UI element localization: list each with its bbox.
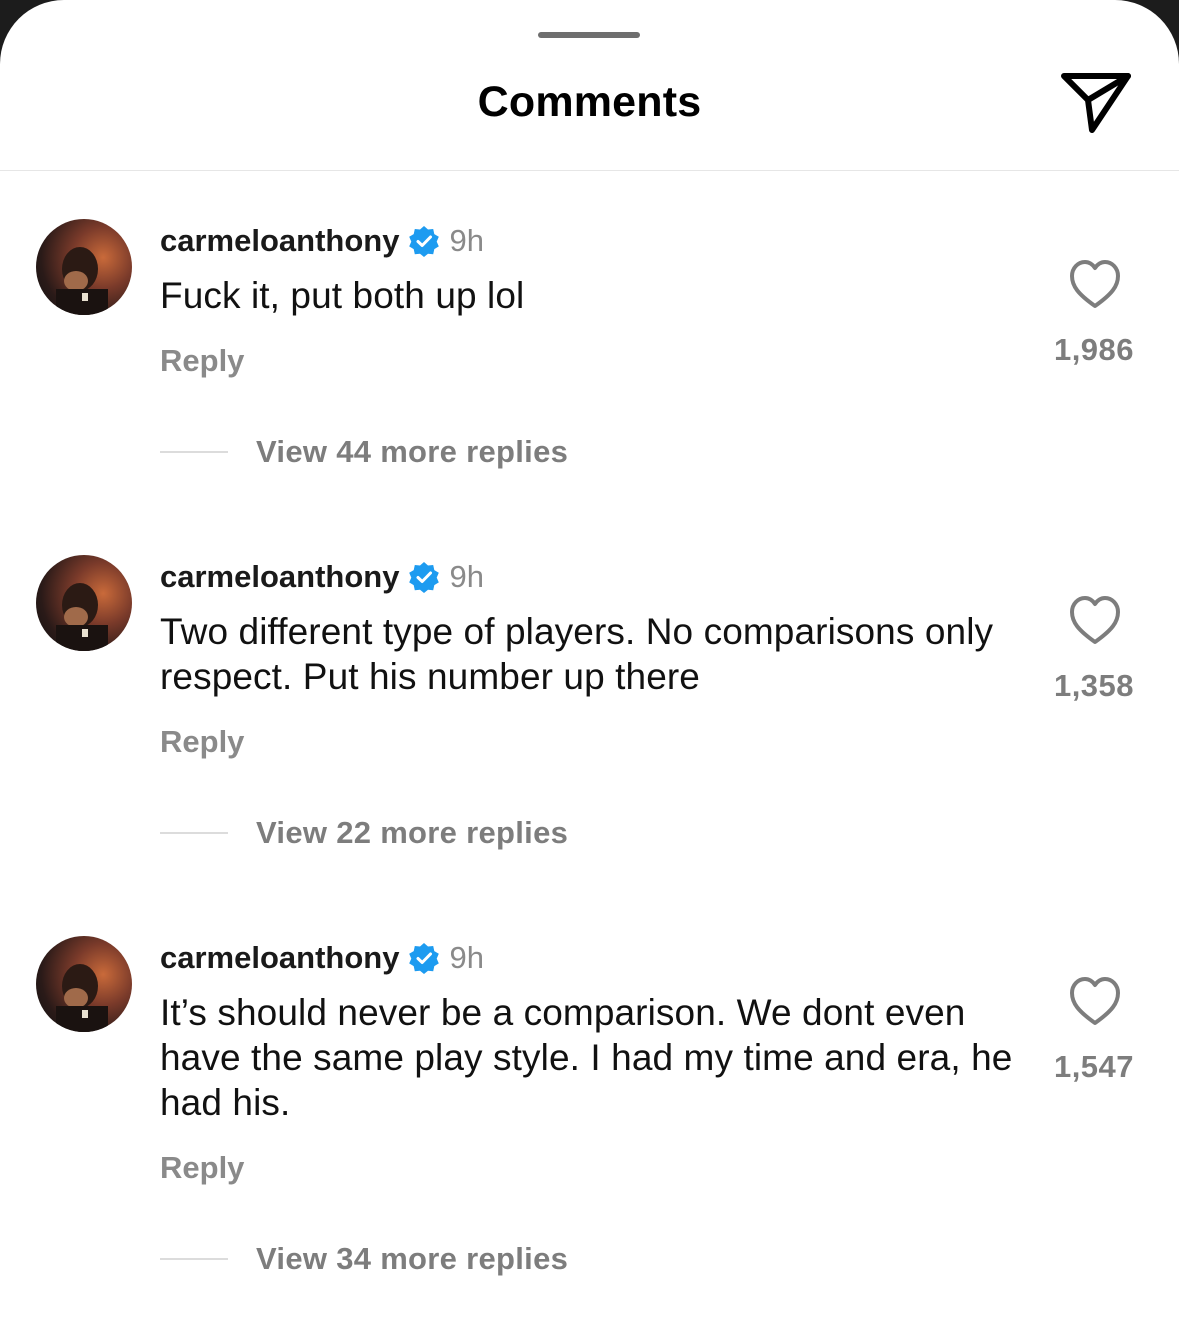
username-link[interactable]: carmeloanthony xyxy=(160,223,399,259)
verified-badge-icon xyxy=(409,943,440,974)
drag-handle[interactable] xyxy=(538,32,640,38)
divider xyxy=(160,1258,228,1260)
avatar[interactable] xyxy=(36,555,132,651)
username-link[interactable]: carmeloanthony xyxy=(160,559,399,595)
view-replies-button[interactable]: View 44 more replies xyxy=(160,432,568,472)
like-button[interactable] xyxy=(1060,973,1130,1029)
comment-text: Fuck it, put both up lol xyxy=(160,275,525,316)
comments-sheet: Comments carmeloanthony 9h Fuck it, put … xyxy=(0,0,1179,1338)
view-replies-label: View 34 more replies xyxy=(256,1241,569,1276)
share-button[interactable] xyxy=(1058,68,1134,138)
like-button[interactable] xyxy=(1060,592,1130,648)
reply-button[interactable]: Reply xyxy=(160,1150,244,1186)
divider xyxy=(160,451,228,453)
like-count: 1,986 xyxy=(1053,332,1135,367)
avatar[interactable] xyxy=(36,936,132,1032)
comment-meta: carmeloanthony 9h xyxy=(160,938,484,978)
view-replies-button[interactable]: View 34 more replies xyxy=(160,1239,568,1279)
timestamp: 9h xyxy=(449,223,484,258)
username-link[interactable]: carmeloanthony xyxy=(160,940,399,976)
comment-text: It’s should never be a comparison. We do… xyxy=(160,992,1013,1123)
like-count: 1,358 xyxy=(1053,668,1135,703)
timestamp: 9h xyxy=(449,940,484,975)
page-title: Comments xyxy=(477,78,702,126)
like-count: 1,547 xyxy=(1053,1049,1135,1084)
paper-plane-icon xyxy=(1061,73,1131,133)
comment-meta: carmeloanthony 9h xyxy=(160,557,484,597)
like-button[interactable] xyxy=(1060,256,1130,312)
view-replies-label: View 44 more replies xyxy=(256,434,569,469)
verified-badge-icon xyxy=(409,226,440,257)
reply-button[interactable]: Reply xyxy=(160,724,244,760)
comment-meta: carmeloanthony 9h xyxy=(160,221,484,261)
view-replies-button[interactable]: View 22 more replies xyxy=(160,813,568,853)
comments-header: Comments xyxy=(0,0,1179,171)
heart-outline-icon xyxy=(1070,596,1120,644)
avatar[interactable] xyxy=(36,219,132,315)
heart-outline-icon xyxy=(1070,260,1120,308)
verified-badge-icon xyxy=(409,562,440,593)
reply-button[interactable]: Reply xyxy=(160,343,244,379)
comment-text: Two different type of players. No compar… xyxy=(160,611,994,697)
divider xyxy=(160,832,228,834)
heart-outline-icon xyxy=(1070,977,1120,1025)
timestamp: 9h xyxy=(449,559,484,594)
view-replies-label: View 22 more replies xyxy=(256,815,569,850)
